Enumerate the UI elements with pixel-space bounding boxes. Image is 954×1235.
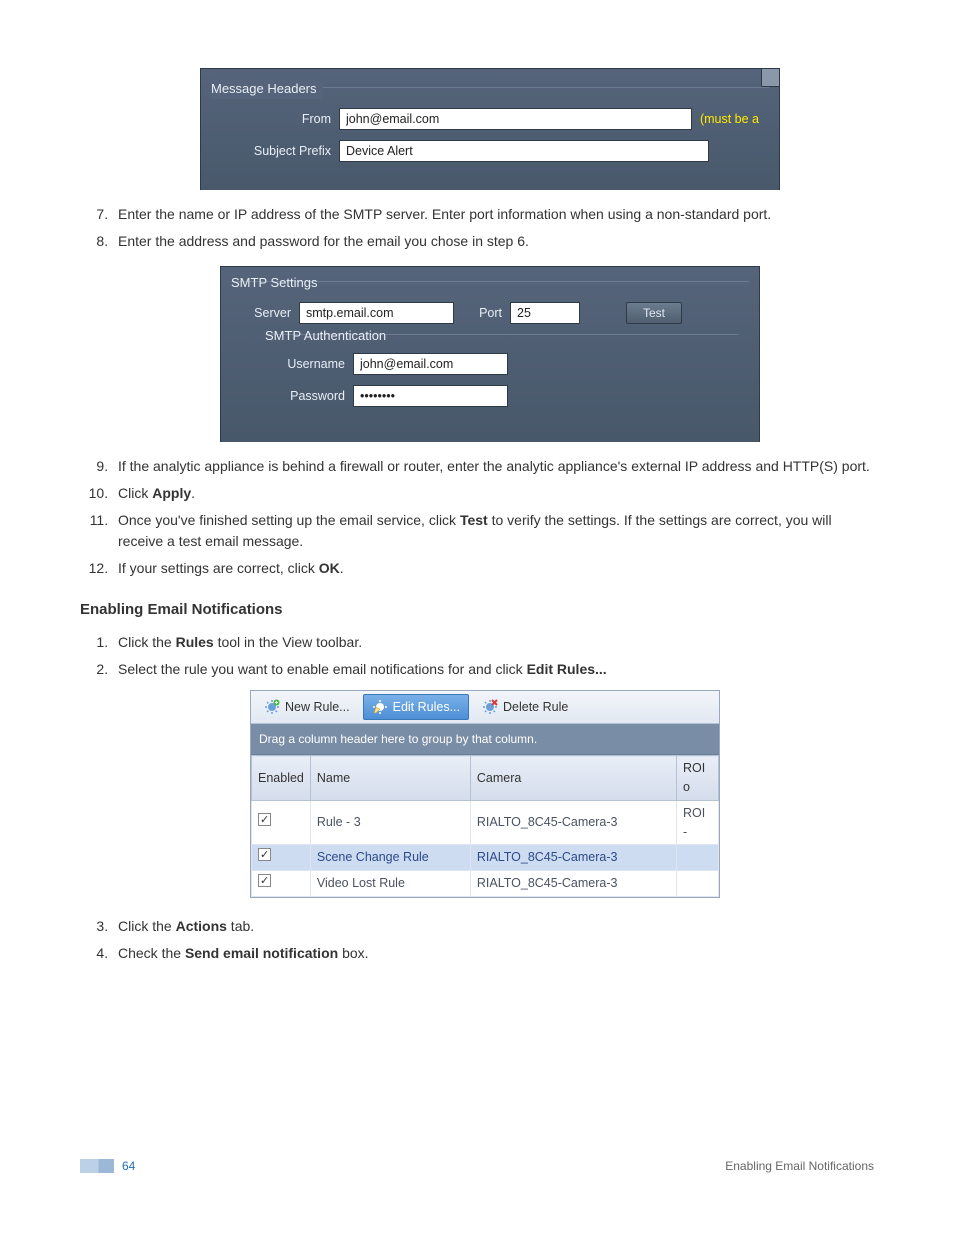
password-input[interactable] (353, 385, 508, 407)
step-c1: Click the Rules tool in the View toolbar… (112, 632, 874, 653)
username-input[interactable] (353, 353, 508, 375)
group-smtp-settings: SMTP Settings Server Port Test SMTP Auth… (231, 281, 749, 425)
step-7: Enter the name or IP address of the SMTP… (112, 204, 874, 225)
step-11-pre: Once you've finished setting up the emai… (118, 512, 460, 528)
col-camera[interactable]: Camera (470, 756, 676, 801)
step-c1-pre: Click the (118, 634, 176, 650)
step-c2-bold: Edit Rules... (527, 661, 607, 677)
port-input[interactable] (510, 302, 580, 324)
edit-rules-button[interactable]: Edit Rules... (363, 694, 469, 721)
rules-toolbar: New Rule... Edit Rules... Delete Rule (251, 691, 719, 725)
delete-rule-label: Delete Rule (503, 698, 568, 717)
group-by-hint[interactable]: Drag a column header here to group by th… (251, 724, 719, 755)
step-d4-bold: Send email notification (185, 945, 338, 961)
cell-roi: ROI - (677, 800, 719, 845)
steps-9-12: If the analytic appliance is behind a fi… (112, 456, 874, 579)
new-rule-button[interactable]: New Rule... (255, 694, 359, 721)
rules-table: Enabled Name Camera ROI o Rule - 3RIALTO… (251, 755, 719, 897)
step-10-bold: Apply (152, 485, 191, 501)
subject-prefix-label: Subject Prefix (221, 142, 331, 161)
username-label: Username (275, 355, 345, 374)
table-row[interactable]: Video Lost RuleRIALTO_8C45-Camera-3 (252, 871, 719, 897)
step-12-pre: If your settings are correct, click (118, 560, 319, 576)
step-11-bold: Test (460, 512, 488, 528)
col-roi[interactable]: ROI o (677, 756, 719, 801)
group-smtp-auth: SMTP Authentication Username Password (265, 334, 739, 421)
col-enabled[interactable]: Enabled (252, 756, 311, 801)
section-heading: Enabling Email Notifications (80, 599, 874, 622)
step-c1-bold: Rules (176, 634, 214, 650)
step-c2: Select the rule you want to enable email… (112, 659, 874, 680)
col-name[interactable]: Name (310, 756, 470, 801)
from-input[interactable] (339, 108, 692, 130)
step-d4-pre: Check the (118, 945, 185, 961)
cell-camera: RIALTO_8C45-Camera-3 (470, 871, 676, 897)
group-smtp-settings-title: SMTP Settings (231, 273, 323, 293)
step-10: Click Apply. (112, 483, 874, 504)
footer-section: Enabling Email Notifications (725, 1157, 874, 1175)
new-rule-label: New Rule... (285, 698, 350, 717)
step-d3-pre: Click the (118, 918, 176, 934)
enabled-checkbox[interactable] (258, 874, 271, 887)
step-d3: Click the Actions tab. (112, 916, 874, 937)
group-message-headers: Message Headers From (must be a Subject … (211, 87, 769, 176)
step-11: Once you've finished setting up the emai… (112, 510, 874, 552)
step-d4: Check the Send email notification box. (112, 943, 874, 964)
from-label: From (221, 110, 331, 129)
screenshot-message-headers: Message Headers From (must be a Subject … (200, 68, 780, 190)
cell-name: Scene Change Rule (310, 845, 470, 871)
step-8-text: Enter the address and password for the e… (118, 233, 529, 249)
from-hint: (must be a (700, 110, 759, 129)
step-8: Enter the address and password for the e… (112, 231, 874, 252)
step-7-text: Enter the name or IP address of the SMTP… (118, 206, 771, 222)
step-12-post: . (340, 560, 344, 576)
cell-camera: RIALTO_8C45-Camera-3 (470, 800, 676, 845)
screenshot-rules: New Rule... Edit Rules... Delete Rule Dr… (250, 690, 720, 898)
cell-camera: RIALTO_8C45-Camera-3 (470, 845, 676, 871)
gear-x-icon (482, 699, 498, 715)
cell-roi (677, 871, 719, 897)
step-12: If your settings are correct, click OK. (112, 558, 874, 579)
cell-roi (677, 845, 719, 871)
table-row[interactable]: Scene Change RuleRIALTO_8C45-Camera-3 (252, 845, 719, 871)
step-d3-post: tab. (227, 918, 254, 934)
port-label: Port (462, 304, 502, 323)
cell-name: Video Lost Rule (310, 871, 470, 897)
group-smtp-auth-title: SMTP Authentication (265, 326, 392, 346)
subject-prefix-input[interactable] (339, 140, 709, 162)
edit-rules-label: Edit Rules... (393, 698, 460, 717)
table-row[interactable]: Rule - 3RIALTO_8C45-Camera-3ROI - (252, 800, 719, 845)
step-10-pre: Click (118, 485, 152, 501)
step-d4-post: box. (338, 945, 368, 961)
step-c1-post: tool in the View toolbar. (214, 634, 362, 650)
step-9: If the analytic appliance is behind a fi… (112, 456, 874, 477)
enabled-checkbox[interactable] (258, 813, 271, 826)
step-c2-pre: Select the rule you want to enable email… (118, 661, 527, 677)
password-label: Password (275, 387, 345, 406)
step-12-bold: OK (319, 560, 340, 576)
gear-pencil-icon (372, 699, 388, 715)
steps-1-2: Click the Rules tool in the View toolbar… (112, 632, 874, 680)
screenshot-smtp-settings: SMTP Settings Server Port Test SMTP Auth… (220, 266, 760, 442)
server-label: Server (241, 304, 291, 323)
rules-header-row: Enabled Name Camera ROI o (252, 756, 719, 801)
footer-mark-icon (80, 1159, 114, 1173)
page-footer: 64 Enabling Email Notifications (80, 1157, 874, 1175)
enabled-checkbox[interactable] (258, 848, 271, 861)
step-9-text: If the analytic appliance is behind a fi… (118, 458, 870, 474)
steps-7-8: Enter the name or IP address of the SMTP… (112, 204, 874, 252)
test-button[interactable]: Test (626, 302, 682, 324)
page-number: 64 (122, 1157, 135, 1175)
cell-name: Rule - 3 (310, 800, 470, 845)
steps-3-4: Click the Actions tab. Check the Send em… (112, 916, 874, 964)
gear-plus-icon (264, 699, 280, 715)
delete-rule-button[interactable]: Delete Rule (473, 694, 577, 721)
group-message-headers-title: Message Headers (211, 79, 323, 99)
window-corner (761, 69, 779, 87)
server-input[interactable] (299, 302, 454, 324)
step-d3-bold: Actions (176, 918, 227, 934)
step-10-post: . (191, 485, 195, 501)
